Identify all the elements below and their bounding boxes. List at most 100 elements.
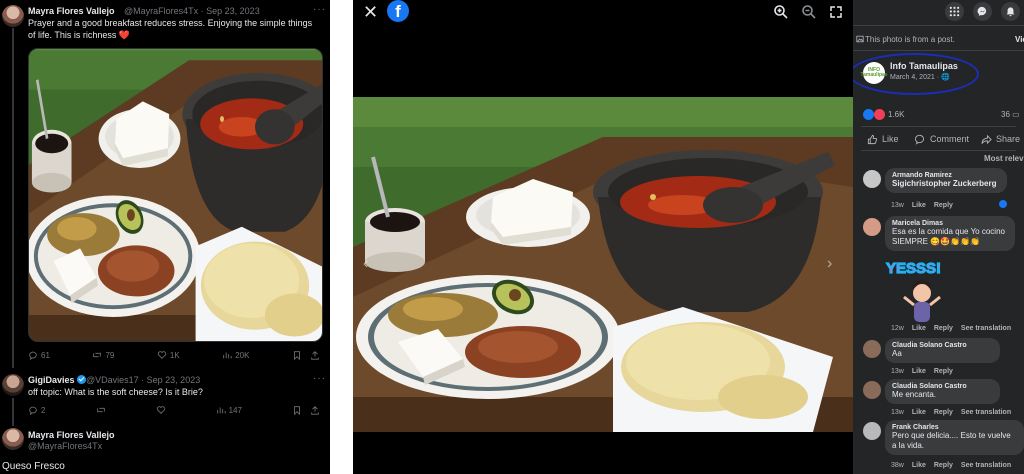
reply-count: 2 [41,405,46,415]
share-action-button[interactable]: Share [981,132,1020,146]
bookmark-share-group [292,350,320,360]
next-photo-icon[interactable]: › [827,256,841,272]
comment-icon [915,134,924,145]
retweet-count: 79 [105,350,115,360]
tweet-handle-time[interactable]: @VDavies17 · Sep 23, 2023 [86,375,200,385]
divider [853,50,1024,51]
messenger-button[interactable] [973,2,992,21]
page-name[interactable]: Info Tamaulipas [890,61,958,71]
comment-like-button[interactable]: Like [912,325,926,332]
like-count: 1K [169,350,180,360]
comment-count[interactable]: 36 ▭ [1001,110,1020,119]
tweet-handle[interactable]: @MayraFlores4Tx [28,441,102,451]
menu-grid-button[interactable] [945,2,964,21]
comment-time[interactable]: 12w [891,325,904,332]
views-button[interactable]: 147 [216,405,242,415]
retweet-button[interactable]: 79 [92,350,114,360]
twitter-thread-panel: Mayra Flores Vallejo @MayraFlores4Tx · S… [0,0,330,474]
zoom-in-icon[interactable] [773,4,789,20]
commenter-avatar[interactable] [863,170,881,188]
comment-like-button[interactable]: Like [912,462,926,469]
heart-icon [156,406,165,414]
tweet-author-name[interactable]: Mayra Flores Vallejo [28,6,115,16]
comment-reply-button[interactable]: Reply [934,409,953,416]
share-icon[interactable] [310,350,320,360]
facebook-logo[interactable]: f [387,0,409,22]
view-count: 147 [228,405,242,415]
more-dots-icon[interactable]: ··· [313,373,326,384]
bookmark-icon[interactable] [292,350,302,360]
comment-text: Pero que delicia.... Esto te vuelve a la… [892,431,1011,450]
post-photo[interactable] [353,97,853,432]
commenter-avatar[interactable] [863,422,881,440]
yesss-sticker[interactable]: YESSS! [884,257,954,325]
tweet-author-name[interactable]: Mayra Flores Vallejo [28,430,115,440]
reaction-summary[interactable]: 1.6K [863,109,904,120]
comment-like-button[interactable]: Like [912,202,926,209]
commenter-name[interactable]: Maricela Dimas [892,220,1008,227]
commenter-name[interactable]: Armando Ramirez [892,172,1000,179]
bookmark-icon[interactable] [292,405,302,415]
comment-time[interactable]: 13w [891,409,904,416]
comment-reply-button[interactable]: Reply [934,368,953,375]
zoom-out-icon[interactable] [801,4,817,20]
comment-like-button[interactable]: Like [912,368,926,375]
commenter-avatar[interactable] [863,340,881,358]
tweet-text: off topic: What is the soft cheese? Is i… [28,387,203,397]
thread-line [12,28,14,368]
comment-reply-button[interactable]: Reply [934,202,953,209]
retweet-button[interactable] [96,405,106,415]
post-date[interactable]: March 4, 2021 · 🌐 [890,73,950,81]
see-translation-link[interactable]: See translation [961,325,1011,332]
comment-like-button[interactable]: Like [912,409,926,416]
previous-photo-icon[interactable]: ‹ [363,256,377,272]
heart-icon [157,351,167,359]
comment-time[interactable]: 38w [891,462,904,469]
view-post-link[interactable]: Vie [1015,35,1024,44]
like-button[interactable] [156,405,166,415]
more-dots-icon[interactable]: ··· [313,4,326,15]
comment-bubble: Frank Charles Pero que delicia.... Esto … [885,420,1024,455]
messenger-icon [977,6,987,17]
comment-meta: 13w Like Reply See translation [891,409,1011,416]
page-avatar[interactable]: INFO Tamaulipas [860,62,888,84]
comment-text: Aa [892,349,902,358]
comment-reply-button[interactable]: Reply [934,325,953,332]
comment-meta: 12w Like Reply See translation [891,325,1011,332]
notifications-button[interactable] [1001,2,1020,21]
tweet-handle-time[interactable]: @MayraFlores4Tx · Sep 23, 2023 [124,6,260,16]
divider [861,150,1016,151]
comment-reply-button[interactable]: Reply [934,462,953,469]
commenter-name[interactable]: Frank Charles [892,424,1017,431]
commenter-avatar[interactable] [863,218,881,236]
tweet-photo[interactable] [28,48,323,342]
facebook-photo-viewer: ✕ f ‹ › [353,0,853,474]
close-icon[interactable]: ✕ [363,3,378,21]
comment-text: Me encanta. [892,390,937,399]
comment-time[interactable]: 13w [891,202,904,209]
like-label: Like [882,134,899,144]
commenter-name[interactable]: Claudia Solano Castro [892,383,993,390]
like-button[interactable]: 1K [157,350,180,360]
avatar[interactable] [2,5,24,27]
comment-count-value: 36 [1001,110,1010,119]
views-icon [216,407,226,414]
commenter-name[interactable]: Claudia Solano Castro [892,342,993,349]
avatar[interactable] [2,428,24,450]
reply-button[interactable]: 2 [28,405,45,415]
comment-text: Sigichristopher Zuckerberg [892,179,997,188]
avatar[interactable] [2,374,24,396]
reply-count: 61 [41,350,50,360]
fullscreen-icon[interactable] [828,4,844,20]
comment-action-button[interactable]: Comment [915,132,969,146]
tweet-author-name[interactable]: GigiDavies [28,375,88,385]
like-action-button[interactable]: Like [867,132,899,146]
reply-button[interactable]: 61 [28,350,50,360]
commenter-avatar[interactable] [863,381,881,399]
comment-time[interactable]: 13w [891,368,904,375]
see-translation-link[interactable]: See translation [961,409,1011,416]
views-button[interactable]: 20K [222,350,249,360]
see-translation-link[interactable]: See translation [961,462,1011,469]
comment-sort-dropdown[interactable]: Most relev [984,154,1024,163]
share-icon[interactable] [310,405,320,415]
